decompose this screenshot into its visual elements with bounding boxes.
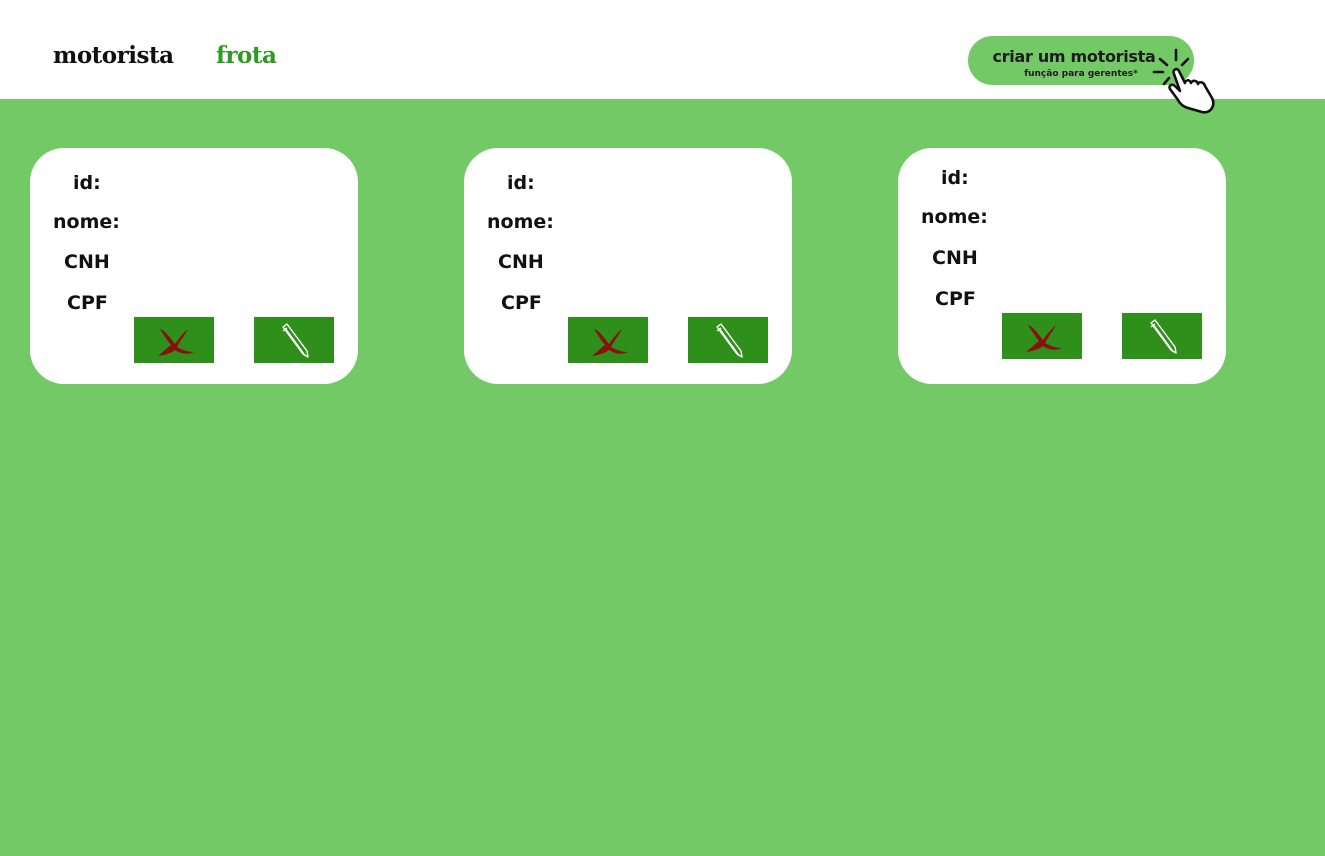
delete-x-icon	[592, 329, 628, 356]
delete-button[interactable]	[1002, 313, 1082, 359]
motorista-card: id: nome: CNH CPF	[464, 148, 792, 384]
nome-label: nome:	[487, 211, 554, 233]
delete-x-icon	[158, 329, 194, 356]
pencil-icon	[716, 323, 743, 358]
edit-button[interactable]	[688, 317, 768, 363]
delete-x-icon	[1026, 325, 1062, 352]
create-motorista-label: criar um motorista	[992, 47, 1156, 66]
pencil-icon	[282, 323, 309, 358]
id-label: id:	[507, 172, 535, 194]
click-hand-icon	[1152, 48, 1215, 114]
delete-button[interactable]	[134, 317, 214, 363]
nav-motorista-link[interactable]: motorista	[53, 42, 174, 69]
nome-label: nome:	[921, 206, 988, 228]
nome-label: nome:	[53, 211, 120, 233]
cpf-label: CPF	[67, 292, 108, 314]
id-label: id:	[941, 167, 969, 189]
cpf-label: CPF	[935, 288, 976, 310]
delete-button[interactable]	[568, 317, 648, 363]
motorista-card: id: nome: CNH CPF	[898, 148, 1226, 384]
nav-frota-link[interactable]: frota	[216, 42, 277, 69]
cpf-label: CPF	[501, 292, 542, 314]
cnh-label: CNH	[498, 251, 544, 273]
edit-button[interactable]	[1122, 313, 1202, 359]
edit-button[interactable]	[254, 317, 334, 363]
cnh-label: CNH	[64, 251, 110, 273]
motorista-card: id: nome: CNH CPF	[30, 148, 358, 384]
id-label: id:	[73, 172, 101, 194]
pencil-icon	[1150, 319, 1177, 354]
top-header: motorista frota criar um motorista funçã…	[0, 0, 1325, 99]
cnh-label: CNH	[932, 247, 978, 269]
